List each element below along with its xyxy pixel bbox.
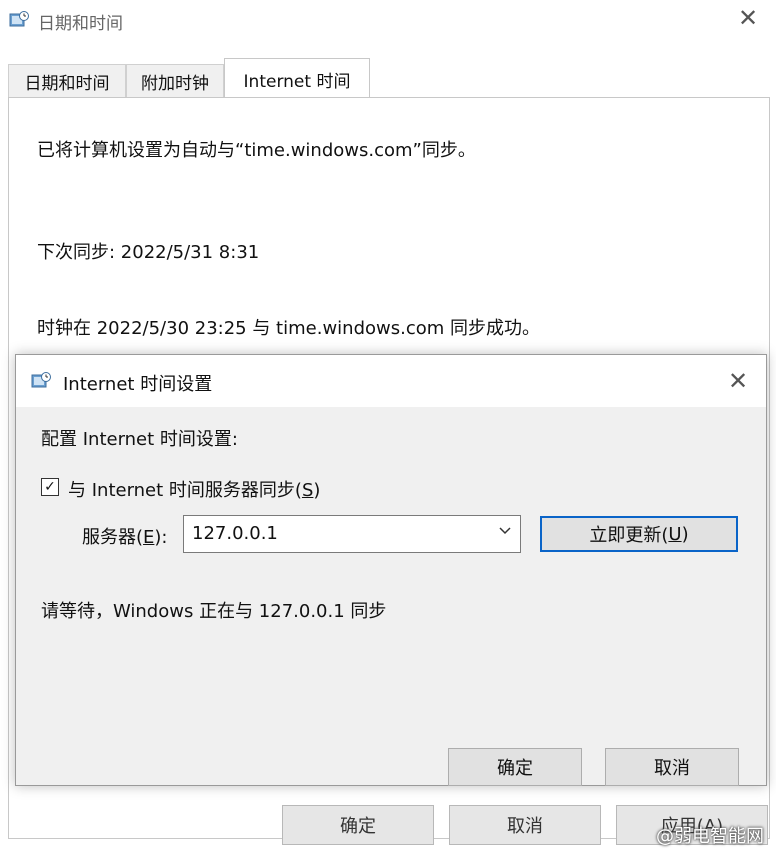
button-label: 确定 [497,758,533,779]
accelerator-key: S [301,480,314,501]
window-close-button[interactable]: ✕ [730,2,766,34]
server-combobox[interactable]: 127.0.0.1 [183,515,521,553]
tab-internet-time[interactable]: Internet 时间 [224,58,370,99]
sync-checkbox[interactable]: ✓ [41,478,59,496]
clock-app-icon [31,372,51,390]
watermark-text: @弱电智能网 [656,826,764,847]
button-label: 取消 [654,758,690,779]
last-sync-text: 时钟在 2022/5/30 23:25 与 time.windows.com 同… [37,318,540,339]
tab-label: Internet 时间 [243,71,351,92]
close-icon: ✕ [727,367,749,395]
sync-checkbox-label[interactable]: 与 Internet 时间服务器同步(S) [68,476,320,502]
window-title: 日期和时间 [38,14,123,34]
button-label: 取消 [507,816,543,837]
label-text: ) [313,480,321,501]
tab-date-time[interactable]: 日期和时间 [8,64,126,97]
dialog-title: Internet 时间设置 [63,374,213,395]
button-label: 立即更新( [589,525,669,546]
date-time-window: 日期和时间 ✕ 日期和时间 附加时钟 Internet 时间 已将计算机设置为自… [0,0,776,854]
update-now-button[interactable]: 立即更新(U) [540,516,738,552]
label-text: ): [154,527,168,548]
tab-label: 附加时钟 [141,73,209,94]
dialog-close-button[interactable]: ✕ [720,365,756,397]
server-value[interactable]: 127.0.0.1 [192,523,278,544]
accelerator-key: E [143,527,155,548]
outer-cancel-button[interactable]: 取消 [449,805,601,845]
checkmark-icon: ✓ [44,479,56,495]
tab-strip: 日期和时间 附加时钟 Internet 时间 [0,58,776,99]
tab-label: 日期和时间 [24,73,110,94]
clock-app-icon [9,11,29,29]
sync-status-text: 请等待，Windows 正在与 127.0.0.1 同步 [41,601,387,622]
accelerator-key: U [668,523,682,545]
outer-ok-button[interactable]: 确定 [282,805,434,845]
label-text: 与 Internet 时间服务器同步( [68,480,302,501]
outer-titlebar: 日期和时间 ✕ [0,0,776,40]
configure-label: 配置 Internet 时间设置: [41,429,238,450]
button-label: 确定 [340,816,376,837]
server-label: 服务器(E): [82,523,168,549]
dialog-cancel-button[interactable]: 取消 [605,748,739,786]
label-text: 服务器( [82,527,144,548]
dialog-ok-button[interactable]: 确定 [448,748,582,786]
dialog-titlebar: Internet 时间设置 ✕ [16,355,766,407]
sync-configured-text: 已将计算机设置为自动与“time.windows.com”同步。 [37,140,476,161]
tab-additional-clocks[interactable]: 附加时钟 [126,64,224,97]
button-label: ) [681,523,689,545]
internet-time-settings-dialog: Internet 时间设置 ✕ 配置 Internet 时间设置: ✓ 与 In… [15,354,767,786]
next-sync-text: 下次同步: 2022/5/31 8:31 [37,242,260,263]
chevron-down-icon[interactable] [498,522,512,541]
close-icon: ✕ [737,4,759,32]
